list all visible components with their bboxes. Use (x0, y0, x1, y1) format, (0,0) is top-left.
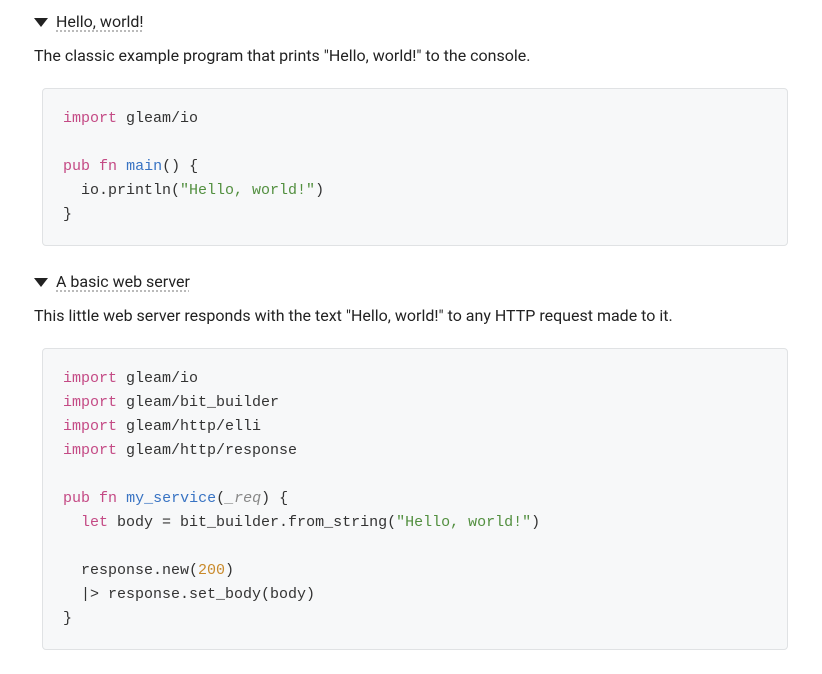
section-hello-world: Hello, world! The classic example progra… (34, 10, 788, 246)
description-text: The classic example program that prints … (34, 44, 788, 68)
code-block-web-server: import gleam/io import gleam/bit_builder… (42, 348, 788, 650)
summary-web-server[interactable]: A basic web server (34, 270, 788, 294)
disclosure-down-icon (34, 18, 48, 27)
summary-title: Hello, world! (56, 10, 144, 34)
summary-title: A basic web server (56, 270, 190, 294)
disclosure-down-icon (34, 278, 48, 287)
description-text: This little web server responds with the… (34, 304, 788, 328)
code-block-hello-world: import gleam/io pub fn main() { io.print… (42, 88, 788, 246)
summary-hello-world[interactable]: Hello, world! (34, 10, 788, 34)
section-web-server: A basic web server This little web serve… (34, 270, 788, 650)
